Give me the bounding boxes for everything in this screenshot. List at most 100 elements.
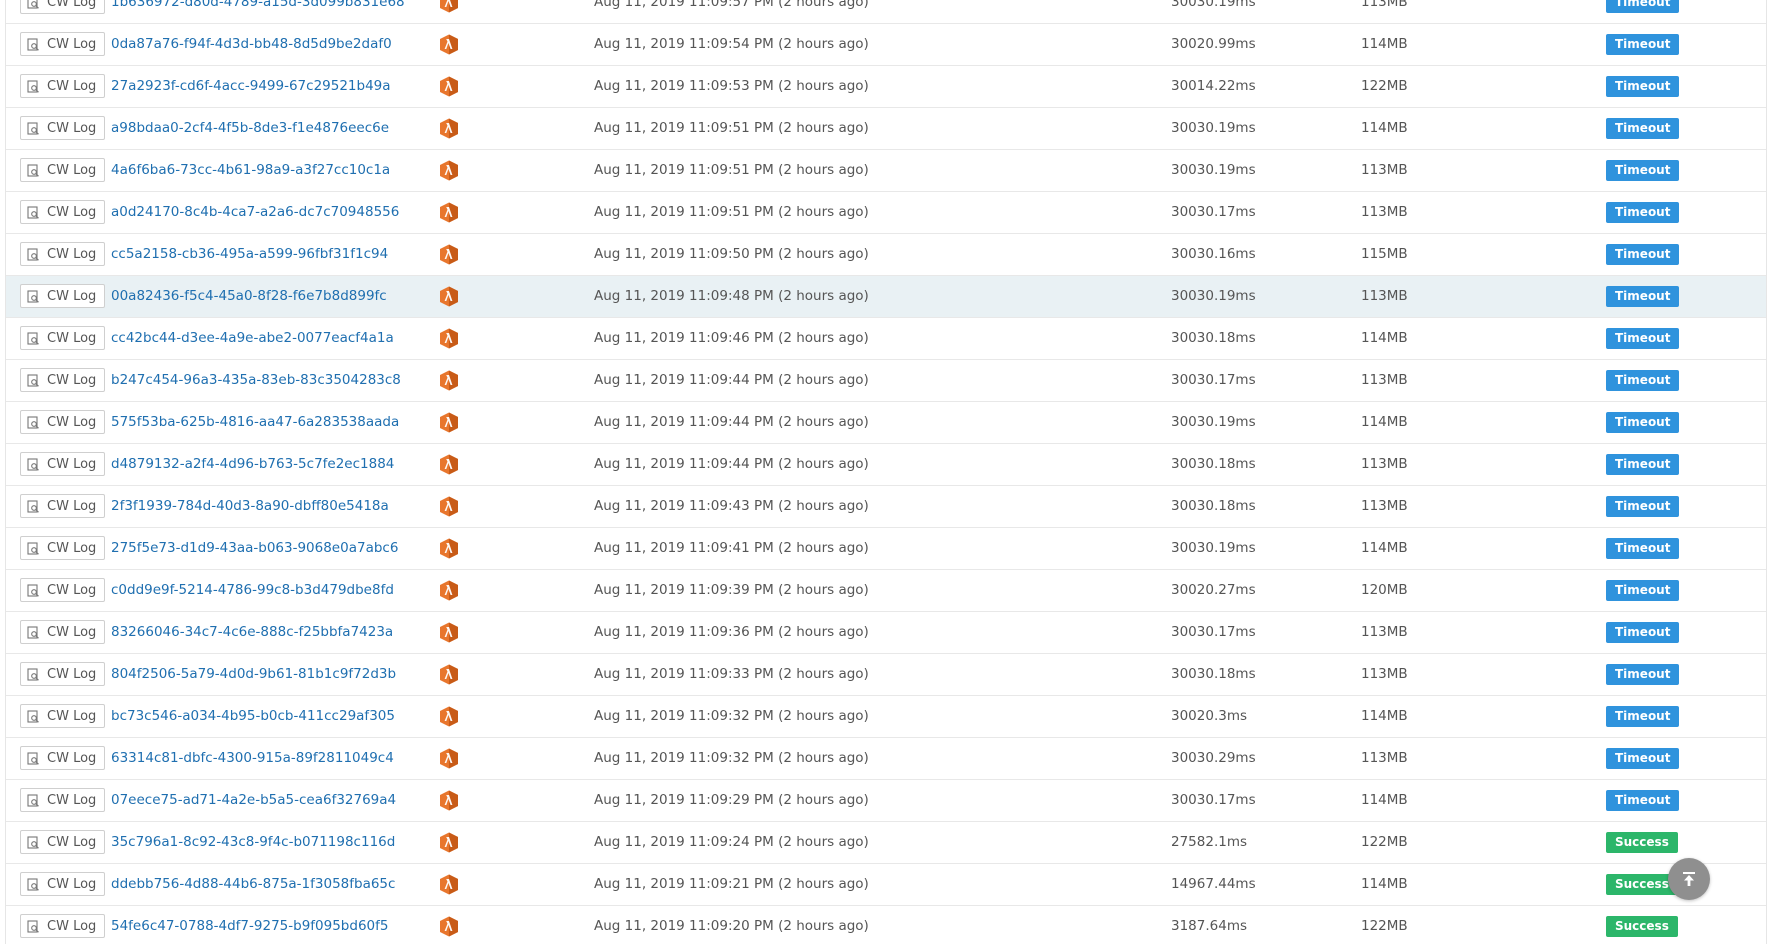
cw-log-button[interactable]: CW Log <box>20 284 106 308</box>
table-row: CW Log 54fe6c47-0788-4df7-9275-b9f095bd60… <box>6 906 1766 944</box>
invocation-time: Aug 11, 2019 11:09:44 PM (2 hours ago) <box>594 456 869 472</box>
cw-log-button[interactable]: CW Log <box>20 746 106 770</box>
request-id-link[interactable]: b247c454-96a3-435a-83eb-83c3504283c8 <box>111 360 401 401</box>
request-id-link[interactable]: 575f53ba-625b-4816-aa47-6a283538aada <box>111 402 399 443</box>
invocation-time: Aug 11, 2019 11:09:53 PM (2 hours ago) <box>594 78 869 94</box>
request-id-link[interactable]: cc5a2158-cb36-495a-a599-96fbf31f1c94 <box>111 234 388 275</box>
request-id-link[interactable]: 63314c81-dbfc-4300-915a-89f2811049c4 <box>111 738 394 779</box>
invocation-time: Aug 11, 2019 11:09:51 PM (2 hours ago) <box>594 162 869 178</box>
cw-log-button[interactable]: CW Log <box>20 704 106 728</box>
aws-lambda-icon <box>440 874 458 895</box>
duration: 30030.19ms <box>1171 0 1256 10</box>
request-id-link[interactable]: a0d24170-8c4b-4ca7-a2a6-dc7c70948556 <box>111 192 399 233</box>
log-search-icon <box>27 835 39 849</box>
memory-used: 113MB <box>1361 0 1408 10</box>
log-search-icon <box>27 541 39 555</box>
table-row: CW Log 1b636972-d80d-4789-a15d-3d099b831e… <box>6 0 1766 24</box>
cw-log-button[interactable]: CW Log <box>20 578 106 602</box>
memory-used: 114MB <box>1361 792 1408 808</box>
request-id-link[interactable]: d4879132-a2f4-4d96-b763-5c7fe2ec1884 <box>111 444 394 485</box>
memory-used: 114MB <box>1361 414 1408 430</box>
log-search-icon <box>27 121 39 135</box>
request-id-link[interactable]: 0da87a76-f94f-4d3d-bb48-8d5d9be2daf0 <box>111 24 392 65</box>
request-id-link[interactable]: ddebb756-4d88-44b6-875a-1f3058fba65c <box>111 864 395 905</box>
cw-log-button[interactable]: CW Log <box>20 410 106 434</box>
cw-log-button[interactable]: CW Log <box>20 536 106 560</box>
log-search-icon <box>27 331 39 345</box>
status-badge: Timeout <box>1606 0 1680 13</box>
cw-log-label: CW Log <box>47 582 97 598</box>
cw-log-button[interactable]: CW Log <box>20 32 106 56</box>
log-search-icon <box>27 751 39 765</box>
cw-log-button[interactable]: CW Log <box>20 158 106 182</box>
cw-log-button[interactable]: CW Log <box>20 914 106 938</box>
table-row: CW Log a0d24170-8c4b-4ca7-a2a6-dc7c709485… <box>6 192 1766 234</box>
request-id-link[interactable]: 27a2923f-cd6f-4acc-9499-67c29521b49a <box>111 66 391 107</box>
cw-log-button[interactable]: CW Log <box>20 494 106 518</box>
request-id-link[interactable]: 2f3f1939-784d-40d3-8a90-dbff80e5418a <box>111 486 389 527</box>
table-row: CW Log 63314c81-dbfc-4300-915a-89f2811049… <box>6 738 1766 780</box>
cw-log-button[interactable]: CW Log <box>20 242 106 266</box>
cw-log-button[interactable]: CW Log <box>20 872 106 896</box>
log-search-icon <box>27 289 39 303</box>
cw-log-button[interactable]: CW Log <box>20 452 106 476</box>
duration: 30020.3ms <box>1171 708 1248 724</box>
invocation-time: Aug 11, 2019 11:09:33 PM (2 hours ago) <box>594 666 869 682</box>
aws-lambda-icon <box>440 580 458 601</box>
cw-log-button[interactable]: CW Log <box>20 200 106 224</box>
memory-used: 113MB <box>1361 162 1408 178</box>
cw-log-button[interactable]: CW Log <box>20 788 106 812</box>
request-id-link[interactable]: 275f5e73-d1d9-43aa-b063-9068e0a7abc6 <box>111 528 398 569</box>
log-search-icon <box>27 877 39 891</box>
cw-log-label: CW Log <box>47 540 97 556</box>
memory-used: 114MB <box>1361 540 1408 556</box>
request-id-link[interactable]: cc42bc44-d3ee-4a9e-abe2-0077eacf4a1a <box>111 318 394 359</box>
cw-log-label: CW Log <box>47 162 97 178</box>
request-id-link[interactable]: 07eece75-ad71-4a2e-b5a5-cea6f32769a4 <box>111 780 396 821</box>
invocation-time: Aug 11, 2019 11:09:44 PM (2 hours ago) <box>594 414 869 430</box>
memory-used: 113MB <box>1361 456 1408 472</box>
status-badge: Timeout <box>1606 622 1680 643</box>
invocation-time: Aug 11, 2019 11:09:46 PM (2 hours ago) <box>594 330 869 346</box>
cw-log-button[interactable]: CW Log <box>20 0 106 14</box>
scroll-to-top-button[interactable] <box>1668 858 1710 900</box>
request-id-link[interactable]: 804f2506-5a79-4d0d-9b61-81b1c9f72d3b <box>111 654 396 695</box>
table-row: CW Log 4a6f6ba6-73cc-4b61-98a9-a3f27cc10c… <box>6 150 1766 192</box>
invocation-time: Aug 11, 2019 11:09:36 PM (2 hours ago) <box>594 624 869 640</box>
request-id-link[interactable]: c0dd9e9f-5214-4786-99c8-b3d479dbe8fd <box>111 570 394 611</box>
invocation-time: Aug 11, 2019 11:09:32 PM (2 hours ago) <box>594 750 869 766</box>
status-badge: Timeout <box>1606 244 1680 265</box>
cw-log-button[interactable]: CW Log <box>20 74 106 98</box>
invocation-time: Aug 11, 2019 11:09:54 PM (2 hours ago) <box>594 36 869 52</box>
cw-log-button[interactable]: CW Log <box>20 620 106 644</box>
request-id-link[interactable]: bc73c546-a034-4b95-b0cb-411cc29af305 <box>111 696 395 737</box>
request-id-link[interactable]: 1b636972-d80d-4789-a15d-3d099b831e68 <box>111 0 405 23</box>
request-id-link[interactable]: a98bdaa0-2cf4-4f5b-8de3-f1e4876eec6e <box>111 108 389 149</box>
aws-lambda-icon <box>440 34 458 55</box>
invocation-time: Aug 11, 2019 11:09:29 PM (2 hours ago) <box>594 792 869 808</box>
cw-log-label: CW Log <box>47 330 97 346</box>
request-id-link[interactable]: 35c796a1-8c92-43c8-9f4c-b071198c116d <box>111 822 395 863</box>
cw-log-button[interactable]: CW Log <box>20 326 106 350</box>
request-id-link[interactable]: 83266046-34c7-4c6e-888c-f25bbfa7423a <box>111 612 393 653</box>
cw-log-button[interactable]: CW Log <box>20 116 106 140</box>
request-id-link[interactable]: 54fe6c47-0788-4df7-9275-b9f095bd60f5 <box>111 906 388 944</box>
request-id-link[interactable]: 4a6f6ba6-73cc-4b61-98a9-a3f27cc10c1a <box>111 150 390 191</box>
aws-lambda-icon <box>440 118 458 139</box>
cw-log-button[interactable]: CW Log <box>20 830 106 854</box>
invocation-time: Aug 11, 2019 11:09:57 PM (2 hours ago) <box>594 0 869 10</box>
cw-log-label: CW Log <box>47 498 97 514</box>
cw-log-button[interactable]: CW Log <box>20 662 106 686</box>
status-badge: Timeout <box>1606 370 1680 391</box>
status-badge: Timeout <box>1606 286 1680 307</box>
status-badge: Success <box>1606 916 1678 937</box>
status-badge: Success <box>1606 832 1678 853</box>
request-id-link[interactable]: 00a82436-f5c4-45a0-8f28-f6e7b8d899fc <box>111 276 387 317</box>
cw-log-button[interactable]: CW Log <box>20 368 106 392</box>
aws-lambda-icon <box>440 832 458 853</box>
aws-lambda-icon <box>440 916 458 937</box>
memory-used: 113MB <box>1361 750 1408 766</box>
cw-log-label: CW Log <box>47 876 97 892</box>
invocation-time: Aug 11, 2019 11:09:43 PM (2 hours ago) <box>594 498 869 514</box>
aws-lambda-icon <box>440 412 458 433</box>
